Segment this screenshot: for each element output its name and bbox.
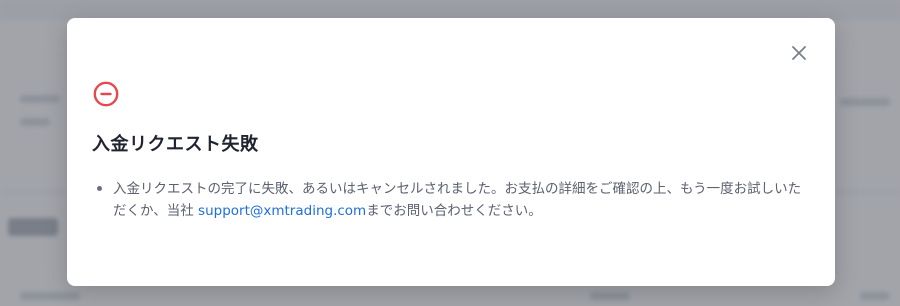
message-list: 入金リクエストの完了に失敗、あるいはキャンセルされました。お支払の詳細をご確認の… [92,178,812,222]
dialog-title: 入金リクエスト失敗 [92,134,259,155]
deposit-failed-dialog: 入金リクエスト失敗 入金リクエストの完了に失敗、あるいはキャンセルされました。お… [67,18,835,286]
close-button[interactable] [788,42,810,64]
support-email-link[interactable]: support@xmtrading.com [198,203,366,219]
message-item: 入金リクエストの完了に失敗、あるいはキャンセルされました。お支払の詳細をご確認の… [92,178,812,222]
message-text-end: までお問い合わせください。 [366,203,542,219]
bullet-point [97,186,102,191]
error-circle-minus-icon [93,81,119,107]
close-icon [792,46,806,60]
